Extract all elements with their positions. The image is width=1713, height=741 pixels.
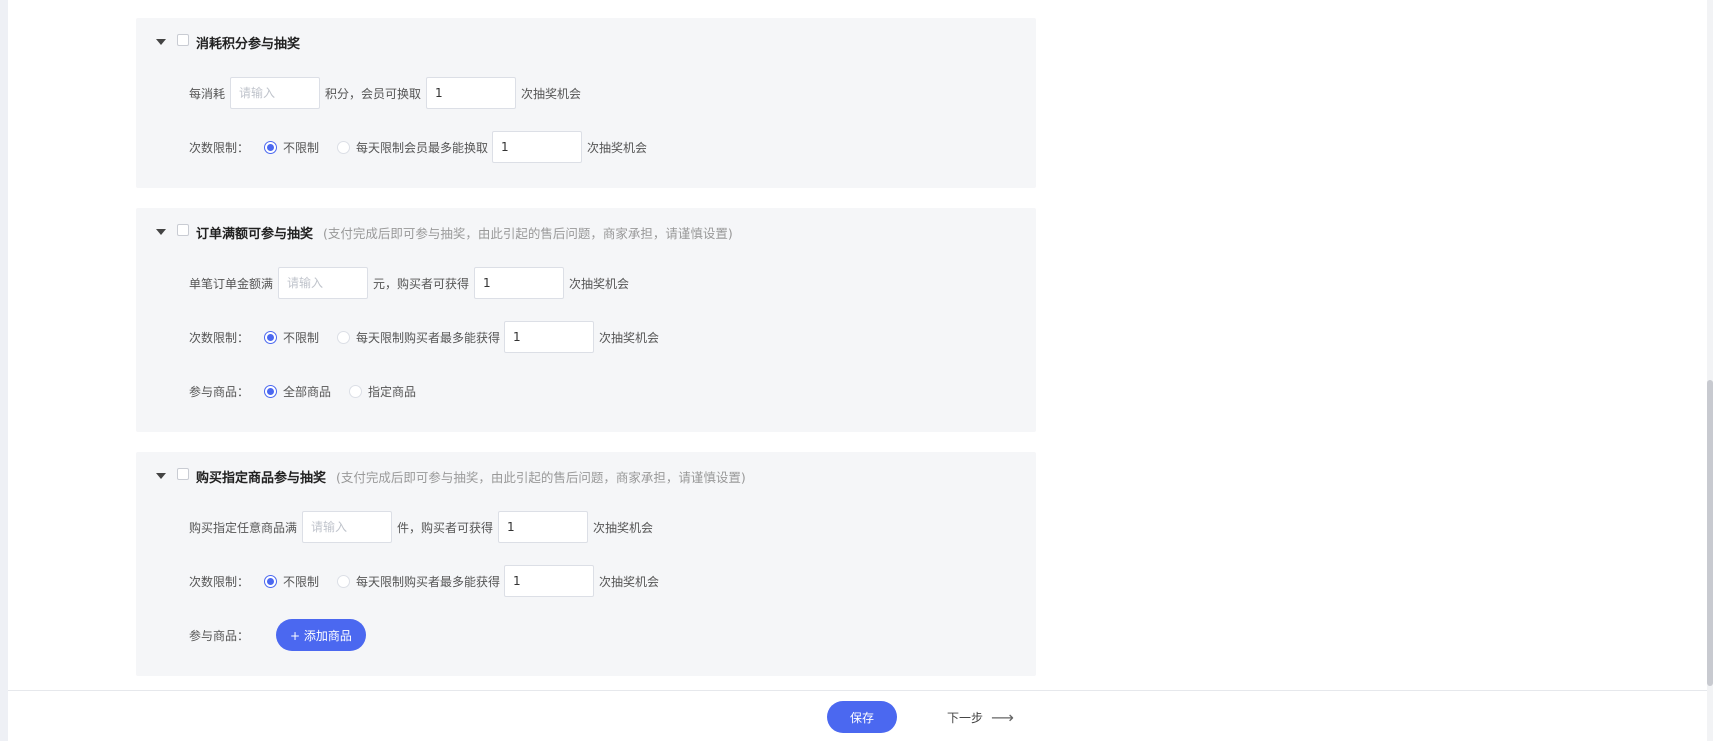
caret-down-icon[interactable] xyxy=(156,39,166,45)
goods-quantity-input[interactable] xyxy=(302,511,393,543)
radio-dot-selected[interactable] xyxy=(264,384,278,398)
row-middle-text: 元，购买者可获得 xyxy=(373,276,470,291)
add-goods-button[interactable]: + 添加商品 xyxy=(276,619,366,651)
scrollbar-thumb[interactable] xyxy=(1707,380,1713,686)
points-exchange-row: 每消耗 积分，会员可换取 次抽奖机会 xyxy=(136,66,1036,120)
section-checkbox[interactable] xyxy=(177,468,189,480)
next-step-label: 下一步 xyxy=(947,710,984,725)
radio-dot-selected[interactable] xyxy=(264,330,278,344)
times-limit-label: 次数限制： xyxy=(189,330,250,345)
section-title: 消耗积分参与抽奖 xyxy=(196,36,301,52)
chance-count-input[interactable] xyxy=(498,511,589,543)
radio-dot[interactable] xyxy=(337,330,351,344)
radio-specified-goods[interactable]: 指定商品 xyxy=(349,383,416,400)
content-area: 消耗积分参与抽奖 每消耗 积分，会员可换取 次抽奖机会 次数限制： 不限制 每天… xyxy=(136,18,1036,696)
caret-down-icon[interactable] xyxy=(156,229,166,235)
section-header[interactable]: 订单满额可参与抽奖 (支付完成后即可参与抽奖，由此引起的售后问题，商家承担，请谨… xyxy=(136,208,1036,256)
section-checkbox[interactable] xyxy=(177,34,189,46)
caret-down-icon[interactable] xyxy=(156,473,166,479)
save-button[interactable]: 保存 xyxy=(827,701,897,733)
points-input[interactable] xyxy=(230,77,321,109)
radio-label: 不限制 xyxy=(283,330,320,345)
section-header[interactable]: 购买指定商品参与抽奖 (支付完成后即可参与抽奖，由此引起的售后问题，商家承担，请… xyxy=(136,452,1036,500)
goods-label: 参与商品： xyxy=(189,384,250,399)
radio-label: 每天限制购买者最多能获得 xyxy=(356,330,501,345)
footer-bar: 保存 下一步 ⟶ xyxy=(8,690,1713,741)
row-suffix: 次抽奖机会 xyxy=(587,140,648,155)
radio-dot-selected[interactable] xyxy=(264,574,278,588)
row-middle-text: 积分，会员可换取 xyxy=(325,86,422,101)
page: 消耗积分参与抽奖 每消耗 积分，会员可换取 次抽奖机会 次数限制： 不限制 每天… xyxy=(8,0,1713,741)
section-checkbox[interactable] xyxy=(177,224,189,236)
daily-limit-input[interactable] xyxy=(504,321,595,353)
arrow-right-icon: ⟶ xyxy=(991,707,1014,727)
radio-dot[interactable] xyxy=(349,384,363,398)
goods-quantity-row: 购买指定任意商品满 件，购买者可获得 次抽奖机会 xyxy=(136,500,1036,554)
radio-daily-limit[interactable]: 每天限制购买者最多能获得 xyxy=(337,573,500,590)
goods-label: 参与商品： xyxy=(189,628,250,643)
radio-dot[interactable] xyxy=(337,140,351,154)
section-title: 购买指定商品参与抽奖 xyxy=(196,470,327,486)
next-step-button[interactable]: 下一步 ⟶ xyxy=(947,701,1014,733)
section-note: (支付完成后即可参与抽奖，由此引起的售后问题，商家承担，请谨慎设置) xyxy=(336,469,746,485)
radio-daily-limit[interactable]: 每天限制购买者最多能获得 xyxy=(337,329,500,346)
row-suffix: 次抽奖机会 xyxy=(569,276,630,291)
chance-count-input[interactable] xyxy=(474,267,565,299)
section-title: 订单满额可参与抽奖 xyxy=(196,226,314,242)
section-specified-goods-lottery: 购买指定商品参与抽奖 (支付完成后即可参与抽奖，由此引起的售后问题，商家承担，请… xyxy=(136,452,1036,676)
row-prefix: 购买指定任意商品满 xyxy=(189,520,298,535)
section-header[interactable]: 消耗积分参与抽奖 xyxy=(136,18,1036,66)
times-limit-row: 次数限制： 不限制 每天限制会员最多能换取 次抽奖机会 xyxy=(136,120,1036,174)
times-limit-row: 次数限制： 不限制 每天限制购买者最多能获得 次抽奖机会 xyxy=(136,554,1036,608)
chance-count-input[interactable] xyxy=(426,77,517,109)
times-limit-row: 次数限制： 不限制 每天限制购买者最多能获得 次抽奖机会 xyxy=(136,310,1036,364)
radio-label: 全部商品 xyxy=(283,384,332,399)
radio-label: 指定商品 xyxy=(368,384,417,399)
daily-limit-input[interactable] xyxy=(504,565,595,597)
radio-unlimited[interactable]: 不限制 xyxy=(264,573,319,590)
order-amount-row: 单笔订单金额满 元，购买者可获得 次抽奖机会 xyxy=(136,256,1036,310)
participating-goods-row: 参与商品： + 添加商品 xyxy=(136,608,1036,662)
row-suffix: 次抽奖机会 xyxy=(599,330,660,345)
row-prefix: 单笔订单金额满 xyxy=(189,276,274,291)
radio-all-goods[interactable]: 全部商品 xyxy=(264,383,331,400)
row-suffix: 次抽奖机会 xyxy=(599,574,660,589)
radio-label: 不限制 xyxy=(283,574,320,589)
row-suffix: 次抽奖机会 xyxy=(521,86,582,101)
radio-dot-selected[interactable] xyxy=(264,140,278,154)
section-points-lottery: 消耗积分参与抽奖 每消耗 积分，会员可换取 次抽奖机会 次数限制： 不限制 每天… xyxy=(136,18,1036,188)
section-note: (支付完成后即可参与抽奖，由此引起的售后问题，商家承担，请谨慎设置) xyxy=(323,225,733,241)
participating-goods-row: 参与商品： 全部商品 指定商品 xyxy=(136,364,1036,418)
row-prefix: 每消耗 xyxy=(189,86,226,101)
times-limit-label: 次数限制： xyxy=(189,574,250,589)
radio-label: 不限制 xyxy=(283,140,320,155)
scrollbar-track[interactable] xyxy=(1707,0,1713,741)
times-limit-label: 次数限制： xyxy=(189,140,250,155)
radio-label: 每天限制购买者最多能获得 xyxy=(356,574,501,589)
row-suffix: 次抽奖机会 xyxy=(593,520,654,535)
daily-limit-input[interactable] xyxy=(492,131,583,163)
radio-label: 每天限制会员最多能换取 xyxy=(356,140,489,155)
row-middle-text: 件，购买者可获得 xyxy=(397,520,494,535)
section-order-amount-lottery: 订单满额可参与抽奖 (支付完成后即可参与抽奖，由此引起的售后问题，商家承担，请谨… xyxy=(136,208,1036,432)
radio-dot[interactable] xyxy=(337,574,351,588)
radio-unlimited[interactable]: 不限制 xyxy=(264,139,319,156)
radio-unlimited[interactable]: 不限制 xyxy=(264,329,319,346)
order-amount-input[interactable] xyxy=(278,267,369,299)
radio-daily-limit[interactable]: 每天限制会员最多能换取 xyxy=(337,139,488,156)
